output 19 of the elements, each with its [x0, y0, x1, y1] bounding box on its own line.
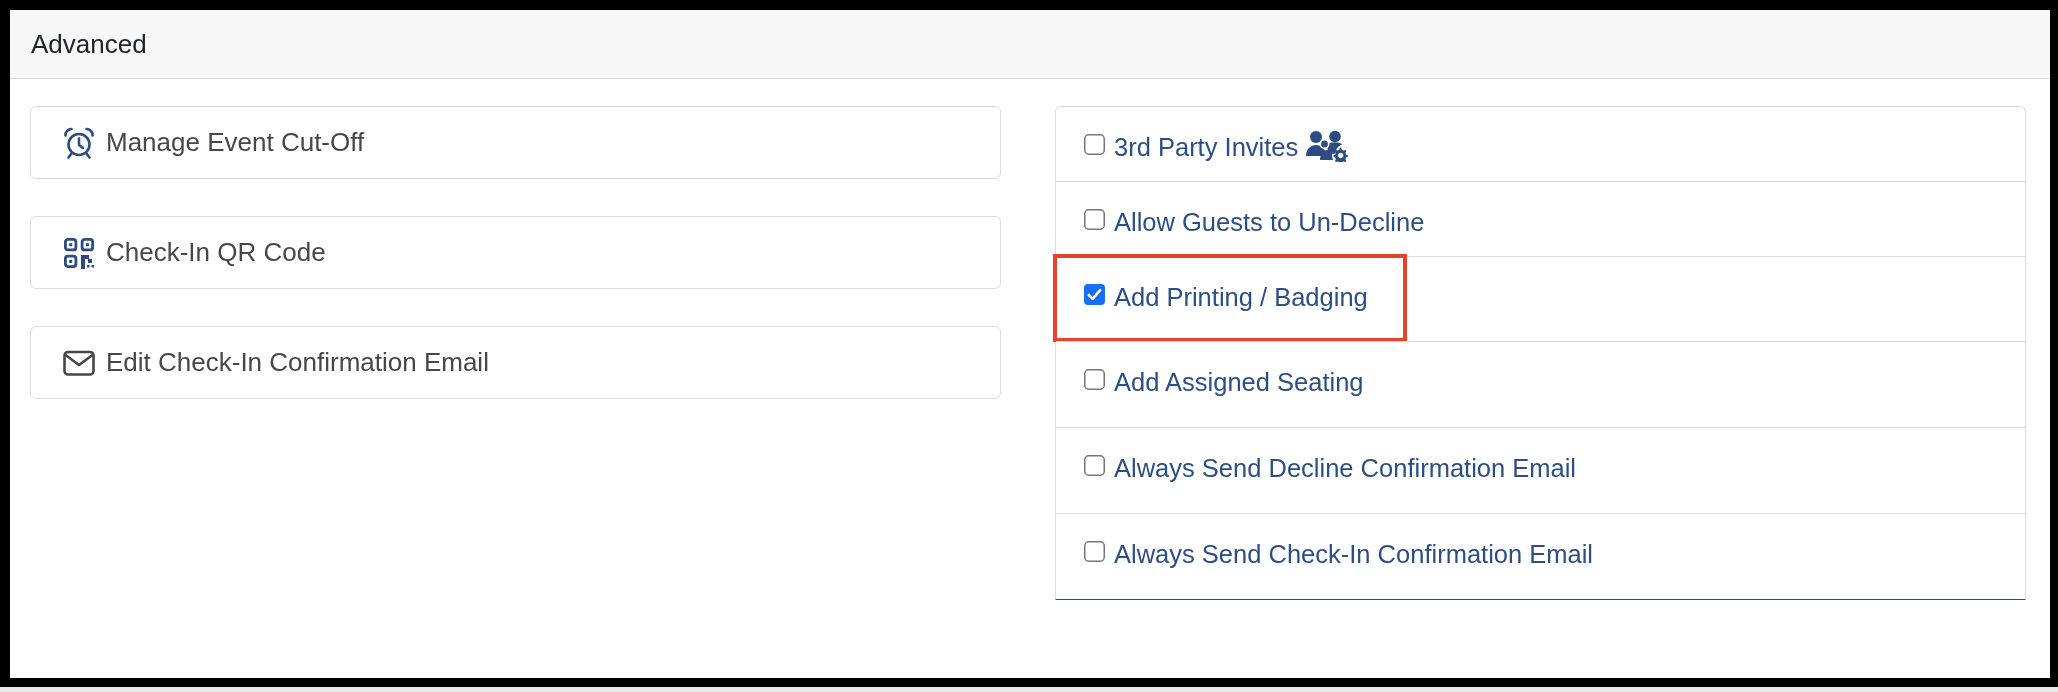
option-label[interactable]: Add Printing / Badging — [1114, 282, 1368, 312]
people-gear-icon — [1306, 130, 1349, 162]
panel-title: Advanced — [31, 29, 147, 59]
option-label[interactable]: 3rd Party Invites — [1114, 132, 1299, 162]
action-button[interactable]: Check-In QR Code — [30, 216, 1001, 289]
checkbox[interactable] — [1084, 455, 1105, 476]
option-label[interactable]: Allow Guests to Un-Decline — [1114, 207, 1425, 237]
action-button[interactable]: Manage Event Cut-Off — [30, 106, 1001, 179]
checkbox[interactable] — [1084, 369, 1105, 390]
option-label[interactable]: Always Send Check-In Confirmation Email — [1114, 539, 1594, 569]
action-button[interactable]: Edit Check-In Confirmation Email — [30, 326, 1001, 399]
alarm-clock-icon — [63, 126, 95, 159]
qr-code-icon — [63, 236, 95, 269]
option-label[interactable]: Add Assigned Seating — [1114, 367, 1364, 397]
option-label[interactable]: Always Send Decline Confirmation Email — [1114, 453, 1577, 483]
checkbox[interactable] — [1084, 209, 1105, 230]
checkbox[interactable] — [1084, 134, 1105, 155]
checkbox[interactable] — [1084, 541, 1105, 562]
checkbox[interactable] — [1084, 284, 1105, 305]
